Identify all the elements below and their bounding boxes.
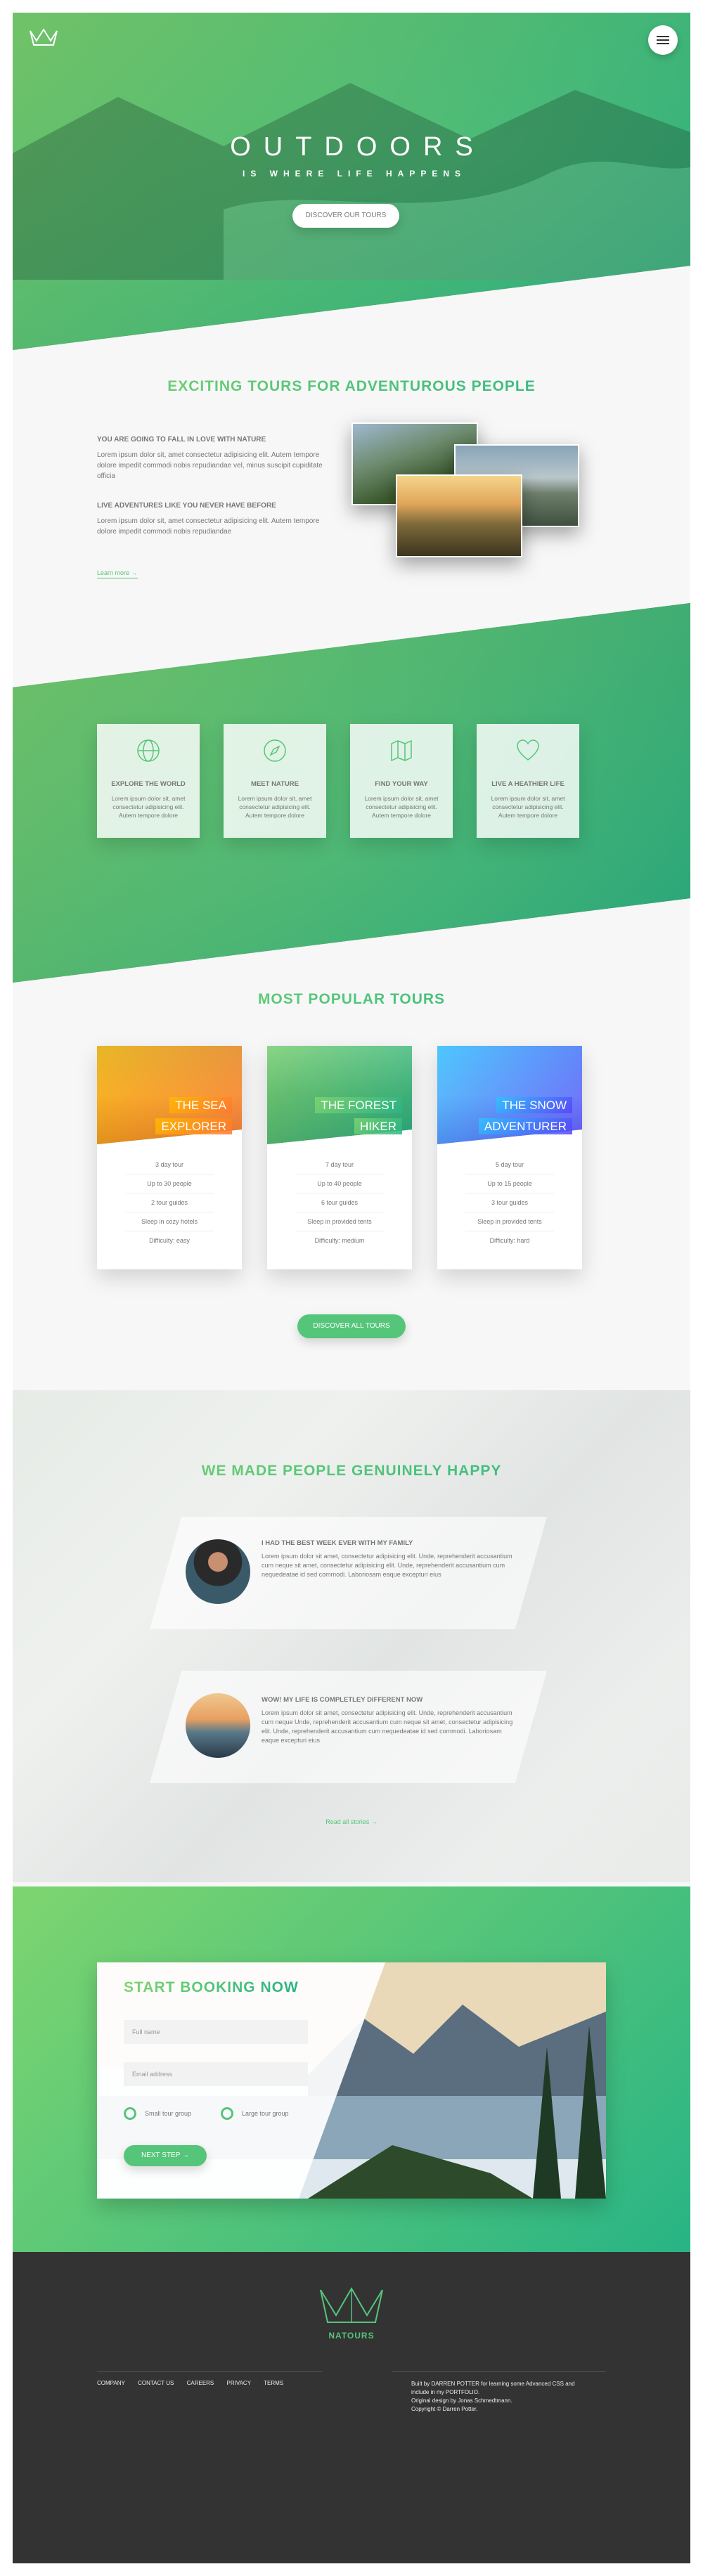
feature-text: Lorem ipsum dolor sit, amet consectetur … [364, 795, 439, 819]
crown-logo-icon[interactable] [316, 2286, 387, 2326]
hero-title: OUTDOORS [230, 132, 486, 162]
tours-title: MOST POPULAR TOURS [13, 991, 690, 1008]
story-text: Lorem ipsum dolor sit amet, consectetur … [262, 1709, 513, 1744]
tour-card-heading: THE SEA EXPLORER [155, 1095, 232, 1137]
footer-divider [97, 2371, 322, 2372]
discover-all-tours-button[interactable]: DISCOVER ALL TOURS [297, 1314, 406, 1338]
tour-detail: Sleep in provided tents [295, 1212, 384, 1231]
hamburger-icon-line [657, 39, 669, 41]
learn-more-link[interactable]: Learn more → [97, 569, 138, 578]
footer-nav: COMPANY CONTACT US CAREERS PRIVACY TERMS [97, 2380, 295, 2386]
tour-detail: Up to 40 people [295, 1174, 384, 1193]
small-group-radio[interactable] [124, 2107, 136, 2120]
about-heading-1: YOU ARE GOING TO FALL IN LOVE WITH NATUR… [97, 436, 266, 444]
heart-icon [517, 739, 539, 760]
hamburger-icon-line [657, 43, 669, 44]
large-group-radio[interactable] [221, 2107, 233, 2120]
avatar [186, 1539, 250, 1604]
about-text-1: Lorem ipsum dolor sit, amet consectetur … [97, 451, 323, 480]
credit-line: Built by DARREN POTTER for learning some… [411, 2381, 575, 2387]
tour-card-heading: THE FOREST HIKER [315, 1095, 402, 1137]
footer-link-careers[interactable]: CAREERS [187, 2380, 214, 2386]
menu-button[interactable] [648, 25, 678, 55]
credit-line: Original design by Jonas Schmedtmann. [411, 2397, 512, 2404]
tour-name-line1: THE SEA [169, 1097, 232, 1113]
about-title: EXCITING TOURS FOR ADVENTUROUS PEOPLE [13, 378, 690, 395]
feature-box-nature: MEET NATURE Lorem ipsum dolor sit, amet … [224, 724, 326, 838]
booking-card: START BOOKING NOW Full name Email addres… [97, 1962, 606, 2199]
footer-divider [392, 2371, 606, 2372]
tour-detail: Up to 30 people [125, 1174, 214, 1193]
tour-details-list: 5 day tour Up to 15 people 3 tour guides… [465, 1156, 554, 1250]
footer-link-privacy[interactable]: PRIVACY [227, 2380, 252, 2386]
tour-name-line2: EXPLORER [155, 1118, 232, 1134]
tour-name-line1: THE SNOW [496, 1097, 572, 1113]
full-name-field[interactable]: Full name [124, 2020, 308, 2044]
feature-box-explore: EXPLORE THE WORLD Lorem ipsum dolor sit,… [97, 724, 200, 838]
hero-subtitle: IS WHERE LIFE HAPPENS [242, 169, 467, 179]
feature-text: Lorem ipsum dolor sit, amet consectetur … [111, 795, 186, 819]
tour-detail: 7 day tour [295, 1156, 384, 1174]
tour-card-sea[interactable]: THE SEA EXPLORER 3 day tour Up to 30 peo… [97, 1046, 242, 1269]
tour-detail: Difficulty: easy [149, 1237, 190, 1244]
email-field[interactable]: Email address [124, 2062, 308, 2086]
credit-line: include in my PORTFOLIO. [411, 2389, 480, 2395]
tour-detail: 3 day tour [125, 1156, 214, 1174]
feature-box-life: LIVE A HEATHIER LIFE Lorem ipsum dolor s… [477, 724, 579, 838]
tour-detail: 2 tour guides [125, 1193, 214, 1212]
stories-title: WE MADE PEOPLE GENUINELY HAPPY [13, 1463, 690, 1480]
feature-text: Lorem ipsum dolor sit, amet consectetur … [491, 795, 565, 819]
hero-header: OUTDOORS IS WHERE LIFE HAPPENS DISCOVER … [13, 13, 690, 350]
tour-detail: Difficulty: hard [489, 1237, 530, 1244]
large-group-label: Large tour group [242, 2110, 289, 2117]
footer-link-company[interactable]: COMPANY [97, 2380, 125, 2386]
feature-text: Lorem ipsum dolor sit, amet consectetur … [238, 795, 312, 819]
about-text-2: Lorem ipsum dolor sit, amet consectetur … [97, 517, 320, 536]
crown-logo-icon[interactable] [28, 27, 59, 48]
discover-tours-button[interactable]: DISCOVER OUR TOURS [292, 204, 399, 228]
feature-title: FIND YOUR WAY [375, 780, 428, 788]
tour-detail: 3 tour guides [465, 1193, 554, 1212]
story-text: Lorem ipsum dolor sit amet, consectetur … [262, 1553, 512, 1578]
hamburger-icon [657, 36, 669, 37]
read-all-stories-link[interactable]: Read all stories → [13, 1818, 690, 1825]
story-heading: I HAD THE BEST WEEK EVER WITH MY FAMILY [262, 1539, 413, 1547]
story-heading: WOW! MY LIFE IS COMPLETLEY DIFFERENT NOW [262, 1696, 423, 1704]
footer: NATOURS COMPANY CONTACT US CAREERS PRIVA… [13, 2252, 690, 2563]
map-icon [391, 739, 412, 762]
feature-title: LIVE A HEATHIER LIFE [491, 780, 565, 788]
tour-card-heading: THE SNOW ADVENTURER [478, 1095, 572, 1137]
booking-title: START BOOKING NOW [124, 1979, 299, 1995]
footer-credits: Built by DARREN POTTER for learning some… [411, 2380, 606, 2414]
footer-link-terms[interactable]: TERMS [264, 2380, 283, 2386]
feature-title: EXPLORE THE WORLD [111, 780, 186, 788]
page: OUTDOORS IS WHERE LIFE HAPPENS DISCOVER … [13, 13, 690, 2563]
tour-details-list: 3 day tour Up to 30 people 2 tour guides… [125, 1156, 214, 1250]
compass-icon [264, 739, 286, 762]
tour-detail: Up to 15 people [465, 1174, 554, 1193]
feature-title: MEET NATURE [251, 780, 299, 788]
about-heading-2: LIVE ADVENTURES LIKE YOU NEVER HAVE BEFO… [97, 502, 276, 510]
tour-details-list: 7 day tour Up to 40 people 6 tour guides… [295, 1156, 384, 1250]
avatar [186, 1693, 250, 1758]
credit-line: Copyright © Darren Potter. [411, 2406, 478, 2412]
tour-detail: Difficulty: medium [314, 1237, 365, 1244]
tour-name-line1: THE FOREST [315, 1097, 402, 1113]
tour-name-line2: ADVENTURER [478, 1118, 572, 1134]
tour-name-line2: HIKER [354, 1118, 402, 1134]
small-group-label: Small tour group [145, 2110, 192, 2117]
feature-box-way: FIND YOUR WAY Lorem ipsum dolor sit, ame… [350, 724, 453, 838]
tour-photo-2[interactable] [396, 474, 522, 557]
globe-icon [137, 739, 160, 762]
tour-card-forest[interactable]: THE FOREST HIKER 7 day tour Up to 40 peo… [267, 1046, 412, 1269]
tour-detail: Sleep in provided tents [465, 1212, 554, 1231]
tour-detail: 5 day tour [465, 1156, 554, 1174]
next-step-button[interactable]: NEXT STEP → [124, 2145, 207, 2166]
tour-card-snow[interactable]: THE SNOW ADVENTURER 5 day tour Up to 15 … [437, 1046, 582, 1269]
footer-brand: NATOURS [328, 2331, 375, 2341]
footer-link-contact[interactable]: CONTACT US [138, 2380, 174, 2386]
tour-detail: Sleep in cozy hotels [125, 1212, 214, 1231]
tour-detail: 6 tour guides [295, 1193, 384, 1212]
